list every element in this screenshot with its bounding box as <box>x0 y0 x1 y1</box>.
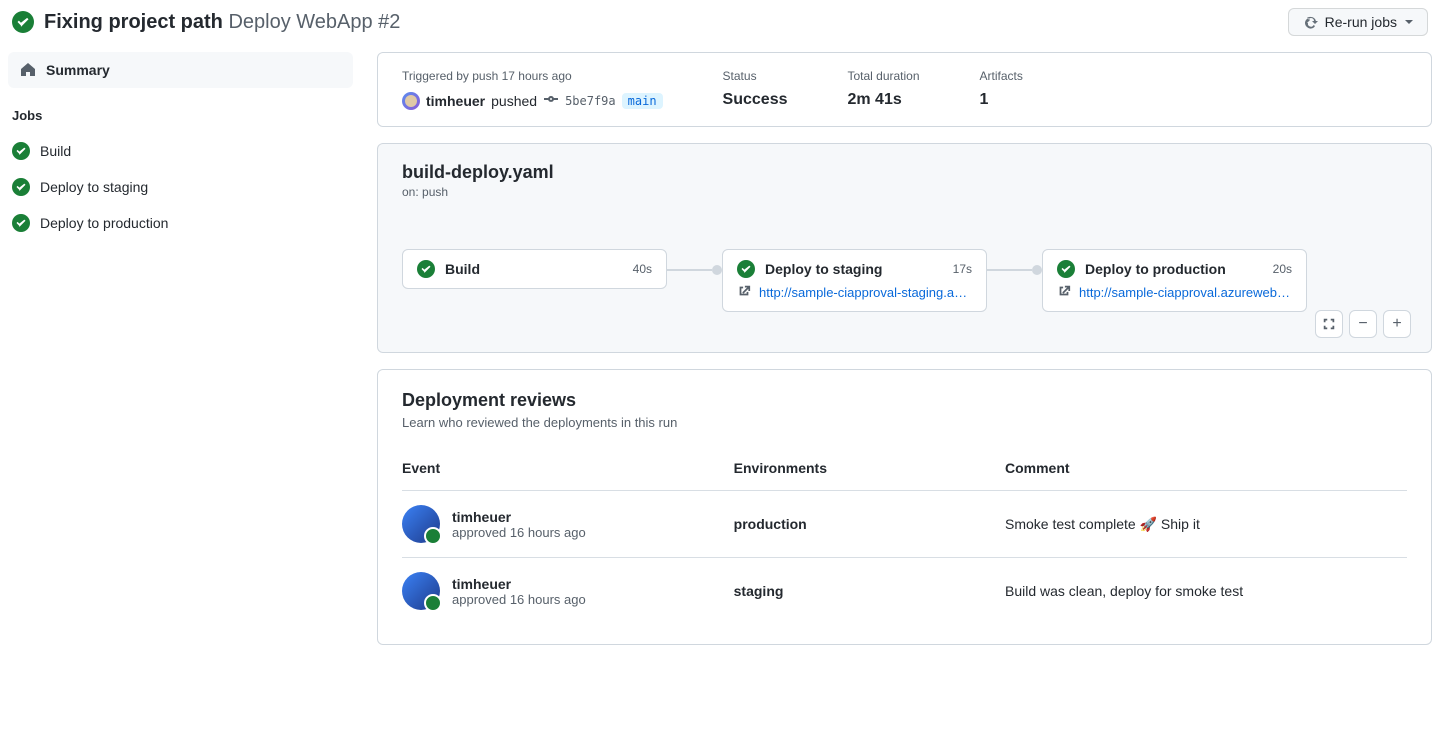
summary-tab[interactable]: Summary <box>8 52 353 88</box>
success-icon <box>737 260 755 278</box>
avatar[interactable] <box>402 505 440 543</box>
external-link-icon <box>737 284 751 301</box>
zoom-out-button[interactable]: − <box>1349 310 1377 338</box>
job-box-production[interactable]: Deploy to production 20s http://sample-c… <box>1042 249 1307 312</box>
reviewer-name[interactable]: timheuer <box>452 509 586 525</box>
workflow-filename[interactable]: build-deploy.yaml <box>402 162 1407 183</box>
review-environment: production <box>734 491 1005 558</box>
workflow-graph-card: build-deploy.yaml on: push Build 40s <box>377 143 1432 353</box>
workflow-title: Fixing project path Deploy WebApp #2 <box>44 11 400 34</box>
summary-card: Triggered by push 17 hours ago timheuer … <box>377 52 1432 127</box>
success-icon <box>12 178 30 196</box>
job-box-staging[interactable]: Deploy to staging 17s http://sample-ciap… <box>722 249 987 312</box>
review-comment: Smoke test complete 🚀 Ship it <box>1005 491 1407 558</box>
success-icon <box>1057 260 1075 278</box>
th-event: Event <box>402 460 734 491</box>
deployment-reviews-card: Deployment reviews Learn who reviewed th… <box>377 369 1432 645</box>
success-icon <box>417 260 435 278</box>
jobs-heading: Jobs <box>12 108 353 123</box>
status-label: Status <box>723 69 788 83</box>
avatar[interactable] <box>402 572 440 610</box>
avatar[interactable] <box>402 92 420 110</box>
workflow-trigger: on: push <box>402 185 1407 199</box>
user-link[interactable]: timheuer <box>426 93 485 109</box>
sync-icon <box>1303 14 1319 30</box>
commit-icon <box>543 91 559 110</box>
deployment-url[interactable]: http://sample-ciapproval-staging.azur… <box>759 285 972 300</box>
review-comment: Build was clean, deploy for smoke test <box>1005 558 1407 625</box>
review-action: approved 16 hours ago <box>452 525 586 540</box>
fullscreen-button[interactable] <box>1315 310 1343 338</box>
job-duration: 20s <box>1273 262 1292 276</box>
th-comment: Comment <box>1005 460 1407 491</box>
success-icon <box>12 214 30 232</box>
reviews-table: Event Environments Comment timheue <box>402 460 1407 624</box>
review-action: approved 16 hours ago <box>452 592 586 607</box>
rerun-jobs-button[interactable]: Re-run jobs <box>1288 8 1428 36</box>
artifacts-value[interactable]: 1 <box>980 91 1023 109</box>
reviews-title: Deployment reviews <box>402 390 1407 411</box>
sidebar-job-production[interactable]: Deploy to production <box>8 205 353 241</box>
connector <box>987 259 1042 281</box>
sidebar-job-build[interactable]: Build <box>8 133 353 169</box>
artifacts-label: Artifacts <box>980 69 1023 83</box>
external-link-icon <box>1057 284 1071 301</box>
success-icon <box>12 142 30 160</box>
deployment-url[interactable]: http://sample-ciapproval.azurewebsit… <box>1079 285 1292 300</box>
sidebar: Summary Jobs Build Deploy to staging Dep… <box>8 52 353 241</box>
commit-sha[interactable]: 5be7f9a <box>565 94 616 108</box>
reviewer-name[interactable]: timheuer <box>452 576 586 592</box>
chevron-down-icon <box>1405 20 1413 28</box>
duration-value: 2m 41s <box>847 91 919 109</box>
action-text: pushed <box>491 93 537 109</box>
success-icon <box>12 11 34 33</box>
th-environments: Environments <box>734 460 1005 491</box>
triggered-label: Triggered by push 17 hours ago <box>402 69 663 83</box>
job-duration: 17s <box>953 262 972 276</box>
job-box-build[interactable]: Build 40s <box>402 249 667 289</box>
job-duration: 40s <box>633 262 652 276</box>
review-row: timheuer approved 16 hours ago staging B… <box>402 558 1407 625</box>
branch-badge[interactable]: main <box>622 93 663 109</box>
workflow-header: Fixing project path Deploy WebApp #2 Re-… <box>8 8 1432 36</box>
zoom-in-button[interactable]: + <box>1383 310 1411 338</box>
status-value: Success <box>723 91 788 109</box>
home-icon <box>20 62 36 78</box>
connector <box>667 259 722 281</box>
review-environment: staging <box>734 558 1005 625</box>
duration-label: Total duration <box>847 69 919 83</box>
review-row: timheuer approved 16 hours ago productio… <box>402 491 1407 558</box>
sidebar-job-staging[interactable]: Deploy to staging <box>8 169 353 205</box>
reviews-subtitle: Learn who reviewed the deployments in th… <box>402 415 1407 430</box>
workflow-graph: Build 40s Deploy to staging 17s <box>402 249 1407 312</box>
